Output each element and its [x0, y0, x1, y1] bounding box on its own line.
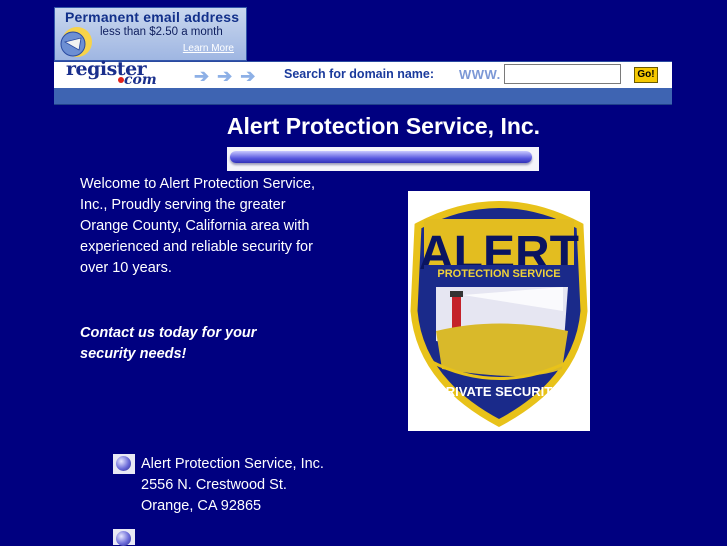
logo-suffix: com [124, 72, 157, 88]
bullet-ball [116, 456, 131, 471]
patch-text-band: PROTECTION SERVICE [437, 268, 560, 280]
welcome-text: Welcome to Alert Protection Service, Inc… [80, 176, 316, 276]
patch-emblem: ALERT PROTECTION SERVICE PRIVATE SECURIT… [410, 201, 588, 427]
arrow-right-icon: ➔ [217, 66, 233, 86]
address-line-3: Orange, CA 92865 [141, 498, 262, 514]
register-banner: Permanent email address less than $2.50 … [54, 7, 672, 105]
arrows: ➔ ➔ ➔ [194, 66, 263, 87]
bullet-ball [116, 531, 131, 546]
contact-text: Contact us today for your security needs… [80, 325, 257, 362]
search-label: Search for domain name: [284, 67, 435, 81]
email-promo[interactable]: Permanent email address less than $2.50 … [54, 7, 247, 61]
bullet-icon [113, 454, 135, 474]
divider-bar [230, 151, 532, 163]
address-block: Alert Protection Service, Inc. 2556 N. C… [141, 454, 324, 517]
arrow-right-icon: ➔ [194, 66, 210, 86]
security-patch-image: ALERT PROTECTION SERVICE PRIVATE SECURIT… [408, 191, 590, 431]
domain-search-input[interactable] [504, 64, 621, 84]
arrow-right-icon: ➔ [240, 66, 256, 86]
promo-title: Permanent email address [65, 9, 240, 25]
domain-search-bar: register com ➔ ➔ ➔ Search for domain name:… [54, 58, 672, 89]
banner-stripe [54, 88, 672, 105]
address-line-2: 2556 N. Crestwood St. [141, 477, 287, 493]
bullet-icon [113, 529, 135, 546]
globe-icon [60, 27, 92, 57]
patch-text-bottom: PRIVATE SECURITY [437, 384, 561, 399]
go-button[interactable]: Go! [634, 67, 658, 83]
register-logo[interactable]: register com [60, 58, 188, 88]
learn-more-link[interactable]: Learn More [183, 43, 234, 54]
www-prefix: WWW. [459, 67, 501, 82]
title-divider [227, 147, 539, 171]
page-title: Alert Protection Service, Inc. [226, 113, 541, 139]
promo-subtitle: less than $2.50 a month [100, 26, 223, 38]
address-line-1: Alert Protection Service, Inc. [141, 456, 324, 472]
